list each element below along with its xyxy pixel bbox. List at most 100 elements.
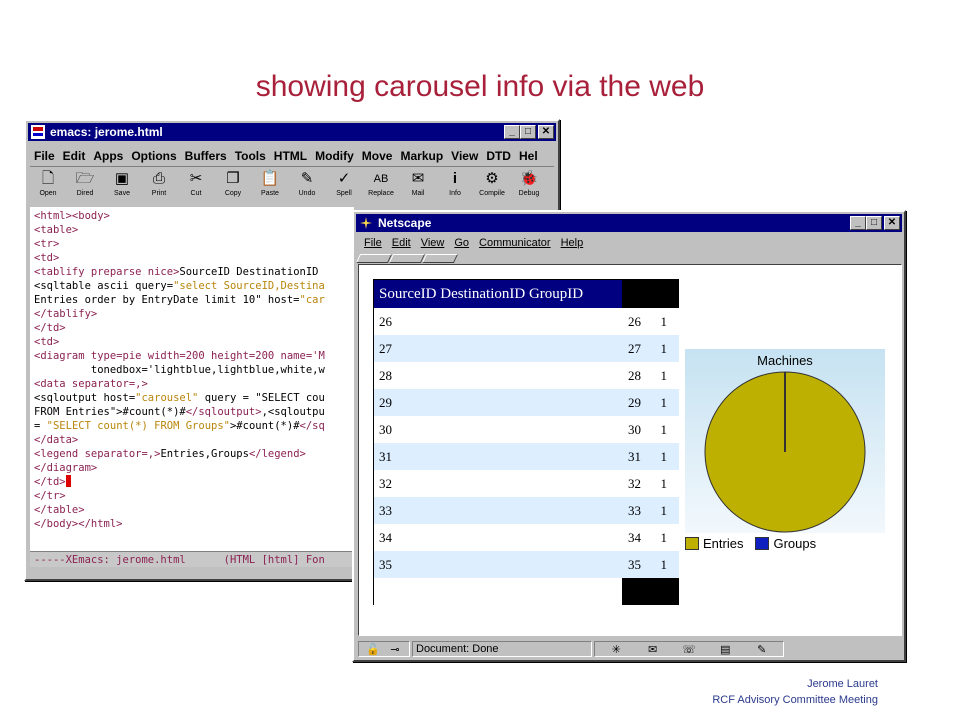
code-tag: </sqloutput> xyxy=(185,406,262,418)
menu-markup[interactable]: Markup xyxy=(396,149,447,163)
menu-help[interactable]: Help xyxy=(557,237,590,249)
emacs-app-icon xyxy=(31,125,45,139)
table-row: 34 34 1 xyxy=(374,524,679,551)
emacs-title: emacs: jerome.html xyxy=(50,125,163,139)
menu-go[interactable]: Go xyxy=(450,237,475,249)
maximize-button[interactable]: □ xyxy=(520,125,536,139)
code-line: <legend separator=,> xyxy=(34,448,161,460)
open-button[interactable]: 🗋 Open xyxy=(30,169,66,203)
navigator-icon[interactable]: ✳ xyxy=(605,642,627,656)
code-line: </data> xyxy=(34,434,79,446)
menu-html[interactable]: HTML xyxy=(270,149,311,163)
security-status[interactable]: 🔓 ⊸ xyxy=(358,641,410,657)
mailbox-icon[interactable]: ✉ xyxy=(642,642,664,656)
menu-edit[interactable]: Edit xyxy=(388,237,417,249)
menu-file[interactable]: File xyxy=(360,237,388,249)
compile-button[interactable]: ⚙ Compile xyxy=(474,169,510,203)
table-cell: 28 xyxy=(379,368,392,383)
menu-file[interactable]: File xyxy=(30,149,59,163)
table-row: 33 33 1 xyxy=(374,497,679,524)
menu-tools[interactable]: Tools xyxy=(231,149,270,163)
minimize-button[interactable]: _ xyxy=(850,216,866,230)
table-cell: 1 xyxy=(660,530,668,545)
cut-button[interactable]: ✂ Cut xyxy=(178,169,214,203)
maximize-button[interactable]: □ xyxy=(866,216,882,230)
paste-button[interactable]: 📋 Paste xyxy=(252,169,288,203)
emacs-titlebar[interactable]: emacs: jerome.html _ □ ✕ xyxy=(28,123,556,141)
discussion-icon[interactable]: ☏ xyxy=(678,642,700,656)
undo-icon: ✎ xyxy=(300,170,314,187)
table-cell: 35 xyxy=(379,557,392,572)
menu-move[interactable]: Move xyxy=(358,149,397,163)
save-button[interactable]: ▣ Save xyxy=(104,169,140,203)
copy-icon: ❐ xyxy=(226,170,240,187)
code-line: <html><body> xyxy=(34,210,110,222)
menu-view[interactable]: View xyxy=(417,237,451,249)
toolbar-collapse-tabs xyxy=(355,254,459,264)
print-button[interactable]: ⎙ Print xyxy=(141,169,177,203)
toolbar-tab[interactable] xyxy=(388,254,426,263)
legend-swatch xyxy=(755,536,770,550)
undo-button[interactable]: ✎ Undo xyxy=(289,169,325,203)
netscape-title: Netscape xyxy=(378,216,432,230)
spell-button[interactable]: ✓ Spell xyxy=(326,169,362,203)
code-line: tonedbox='lightblue,lightblue,white,w xyxy=(34,364,325,376)
code-line: <diagram type=pie width=200 height=200 n… xyxy=(34,350,325,362)
menu-options[interactable]: Options xyxy=(127,149,180,163)
table-footer xyxy=(374,578,622,605)
code-line: </td> xyxy=(34,476,66,488)
status-text-cell: Document: Done xyxy=(412,641,592,657)
netscape-window[interactable]: Netscape _ □ ✕ File Edit View Go Communi… xyxy=(352,210,906,662)
folder-icon: 🗁 xyxy=(75,170,95,187)
menu-buffers[interactable]: Buffers xyxy=(181,149,231,163)
menu-dtd[interactable]: DTD xyxy=(482,149,515,163)
info-button[interactable]: i Info xyxy=(437,169,473,203)
menu-communicator[interactable]: Communicator xyxy=(475,237,557,249)
table-cell: 26 xyxy=(628,314,641,329)
replace-button[interactable]: AB Replace xyxy=(363,169,399,203)
results-table: SourceID DestinationID GroupID 26 26 1 27 27… xyxy=(373,279,679,605)
menu-apps[interactable]: Apps xyxy=(89,149,127,163)
table-cell: 1 xyxy=(660,557,668,572)
close-button[interactable]: ✕ xyxy=(538,125,554,139)
text-cursor xyxy=(65,475,71,487)
code-line: Entries order by EntryDate limit 10" hos… xyxy=(34,294,300,306)
menu-modify[interactable]: Modify xyxy=(311,149,358,163)
table-header: SourceID DestinationID GroupID xyxy=(374,280,622,308)
menu-help[interactable]: Hel xyxy=(515,149,542,163)
replace-icon: AB xyxy=(373,173,389,185)
spell-icon: ✓ xyxy=(337,170,351,187)
printer-icon: ⎙ xyxy=(152,170,165,187)
code-line: </td> xyxy=(34,322,66,334)
copy-button[interactable]: ❐ Copy xyxy=(215,169,251,203)
composer-icon[interactable]: ✎ xyxy=(751,642,773,656)
info-icon: i xyxy=(452,170,458,187)
table-row: 31 31 1 xyxy=(374,443,679,470)
netscape-titlebar[interactable]: Netscape _ □ ✕ xyxy=(356,214,902,232)
browser-content[interactable]: SourceID DestinationID GroupID 26 26 1 27 27… xyxy=(358,264,902,636)
table-row: 29 29 1 xyxy=(374,389,679,416)
minimize-button[interactable]: _ xyxy=(504,125,520,139)
table-cell: 28 xyxy=(628,368,641,383)
table-cell: 27 xyxy=(379,341,392,356)
code-editor[interactable]: <html><body> <table> <tr> <td> <tablify … xyxy=(30,207,354,551)
chart-legend: Entries Groups xyxy=(685,533,828,553)
table-row: 26 26 1 xyxy=(374,308,679,335)
code-tag: </legend> xyxy=(248,448,306,460)
address-book-icon[interactable]: ▤ xyxy=(714,642,736,656)
table-cell: 1 xyxy=(660,422,668,437)
menu-edit[interactable]: Edit xyxy=(59,149,90,163)
dired-button[interactable]: 🗁 Dired xyxy=(67,169,103,203)
menu-view[interactable]: View xyxy=(447,149,482,163)
mail-button[interactable]: ✉ Mail xyxy=(400,169,436,203)
toolbar-tab[interactable] xyxy=(421,254,459,263)
code-string: "select SourceID,Destina xyxy=(173,280,325,292)
debug-button[interactable]: 🐞 Debug xyxy=(511,169,547,203)
table-footer-filler xyxy=(622,578,679,605)
table-row: 30 30 1 xyxy=(374,416,679,443)
table-row: 35 35 1 xyxy=(374,551,679,578)
close-button[interactable]: ✕ xyxy=(884,216,900,230)
toolbar-tab[interactable] xyxy=(355,254,393,263)
pie-chart-panel: Machines xyxy=(685,349,885,533)
code-text: >#count(*)# xyxy=(229,420,300,432)
